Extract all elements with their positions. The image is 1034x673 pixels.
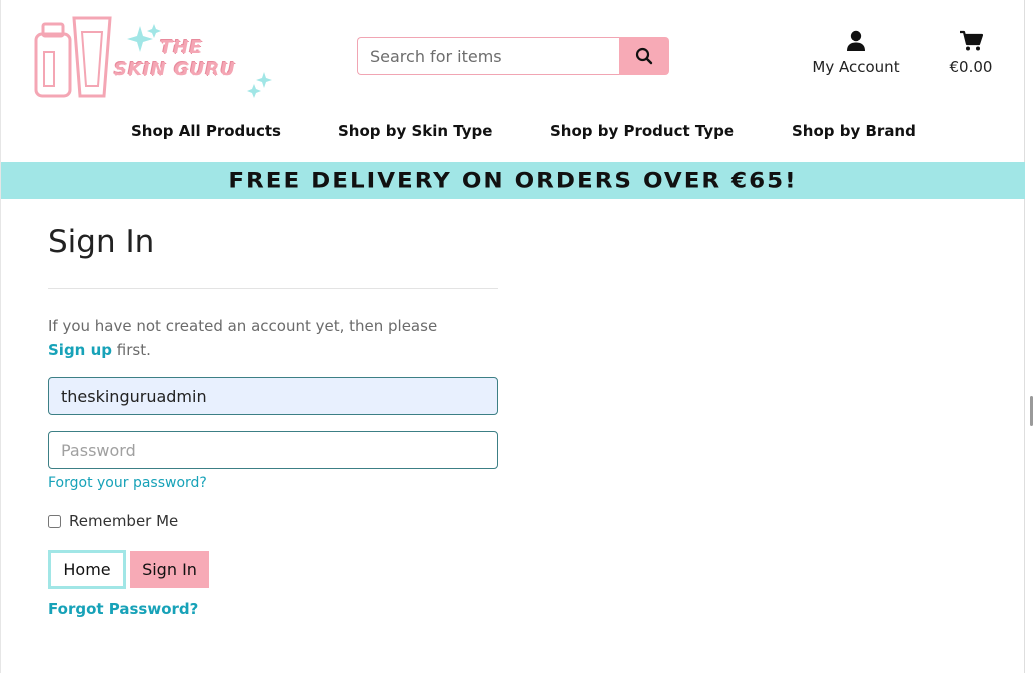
scrollbar-thumb[interactable] bbox=[1030, 396, 1033, 426]
search-button[interactable] bbox=[619, 37, 669, 75]
product-bottles-icon bbox=[34, 16, 272, 98]
home-button[interactable]: Home bbox=[48, 550, 126, 589]
search-bar bbox=[357, 37, 669, 75]
cart-icon bbox=[960, 30, 984, 51]
password-field[interactable] bbox=[48, 431, 498, 469]
remember-me-checkbox[interactable] bbox=[48, 514, 61, 528]
page-title: Sign In bbox=[48, 224, 155, 260]
brand-line-2: SKIN GURU bbox=[114, 59, 236, 80]
signup-note: If you have not created an account yet, … bbox=[48, 314, 508, 362]
nav-shop-by-skin-type[interactable]: Shop by Skin Type bbox=[338, 122, 492, 140]
my-account-label: My Account bbox=[812, 58, 900, 76]
nav-shop-by-product-type[interactable]: Shop by Product Type bbox=[550, 122, 734, 140]
search-input[interactable] bbox=[357, 37, 619, 75]
username-field[interactable] bbox=[48, 377, 498, 415]
nav-shop-all-products[interactable]: Shop All Products bbox=[131, 122, 281, 140]
nav-shop-by-brand[interactable]: Shop by Brand bbox=[792, 122, 916, 140]
main-nav: Shop All Products Shop by Skin Type Shop… bbox=[0, 122, 1025, 146]
remember-me-label: Remember Me bbox=[69, 512, 179, 530]
cart-link[interactable]: €0.00 bbox=[940, 30, 1002, 76]
sign-up-link[interactable]: Sign up bbox=[48, 341, 112, 359]
brand-logo[interactable]: THE SKIN GURU bbox=[30, 12, 280, 102]
brand-line-1: THE bbox=[160, 37, 203, 58]
user-icon bbox=[847, 30, 865, 51]
sign-in-button[interactable]: Sign In bbox=[130, 551, 209, 588]
cart-total: €0.00 bbox=[949, 58, 993, 76]
delivery-banner-text: FREE DELIVERY ON ORDERS OVER €65! bbox=[228, 168, 798, 193]
signup-note-suffix: first. bbox=[116, 341, 151, 359]
remember-me[interactable]: Remember Me bbox=[48, 512, 178, 530]
my-account-link[interactable]: My Account bbox=[806, 30, 906, 76]
forgot-your-password-link[interactable]: Forgot your password? bbox=[48, 475, 207, 491]
forgot-password-link[interactable]: Forgot Password? bbox=[48, 600, 198, 618]
search-icon bbox=[635, 47, 653, 65]
title-divider bbox=[48, 288, 498, 289]
signup-note-text: If you have not created an account yet, … bbox=[48, 317, 438, 335]
delivery-banner: FREE DELIVERY ON ORDERS OVER €65! bbox=[1, 162, 1025, 199]
